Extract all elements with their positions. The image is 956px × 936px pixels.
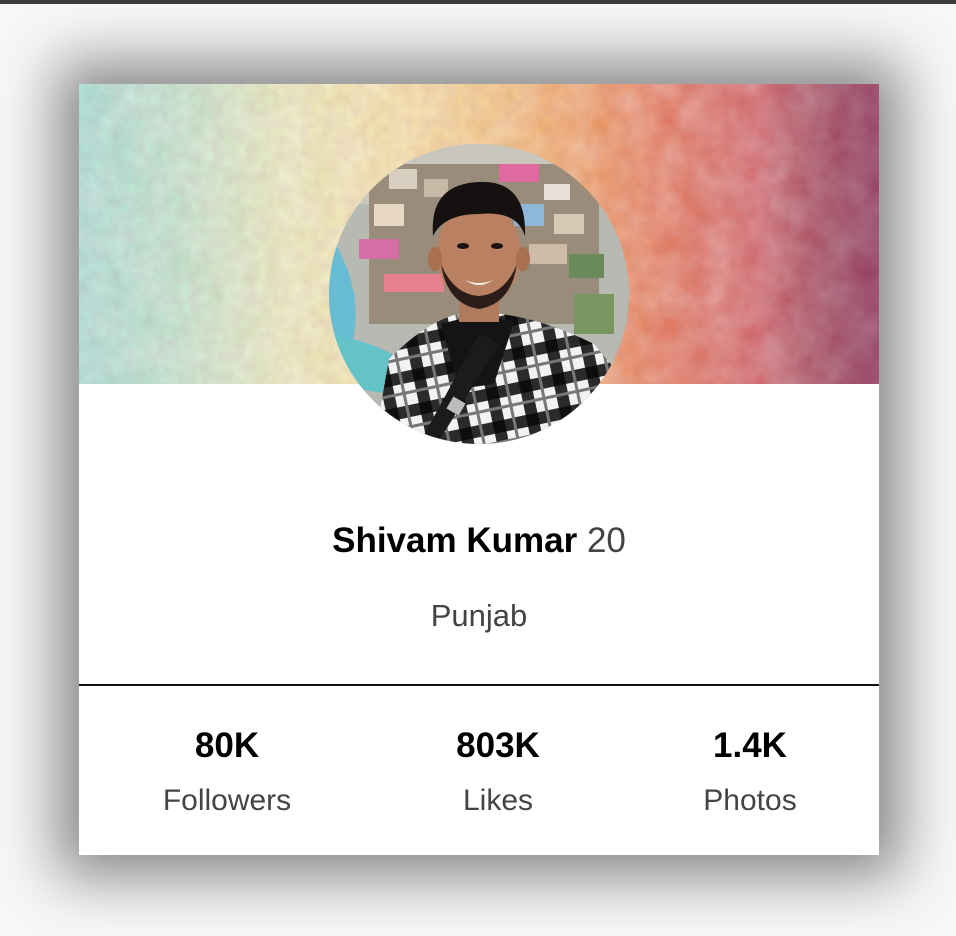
- stat-value: 1.4K: [713, 726, 787, 765]
- stat-label: Followers: [162, 784, 292, 817]
- stat-followers[interactable]: 80K Followers: [107, 725, 347, 819]
- window-top-strip: [0, 0, 956, 4]
- profile-avatar[interactable]: [329, 144, 629, 444]
- stat-value: 80K: [194, 726, 260, 765]
- profile-age: 20: [586, 521, 626, 560]
- stat-value: 803K: [456, 726, 540, 765]
- stats-divider: [79, 684, 879, 686]
- profile-name-line: Shivam Kumar 20: [79, 520, 879, 562]
- profile-card: Shivam Kumar 20 Punjab 80K Followers 803…: [79, 84, 879, 855]
- stat-label: Photos: [703, 784, 797, 817]
- profile-location: Punjab: [430, 598, 528, 633]
- stat-label: Likes: [462, 784, 534, 817]
- stat-likes[interactable]: 803K Likes: [378, 725, 618, 819]
- profile-name: Shivam Kumar: [332, 521, 578, 560]
- stat-photos[interactable]: 1.4K Photos: [630, 725, 870, 819]
